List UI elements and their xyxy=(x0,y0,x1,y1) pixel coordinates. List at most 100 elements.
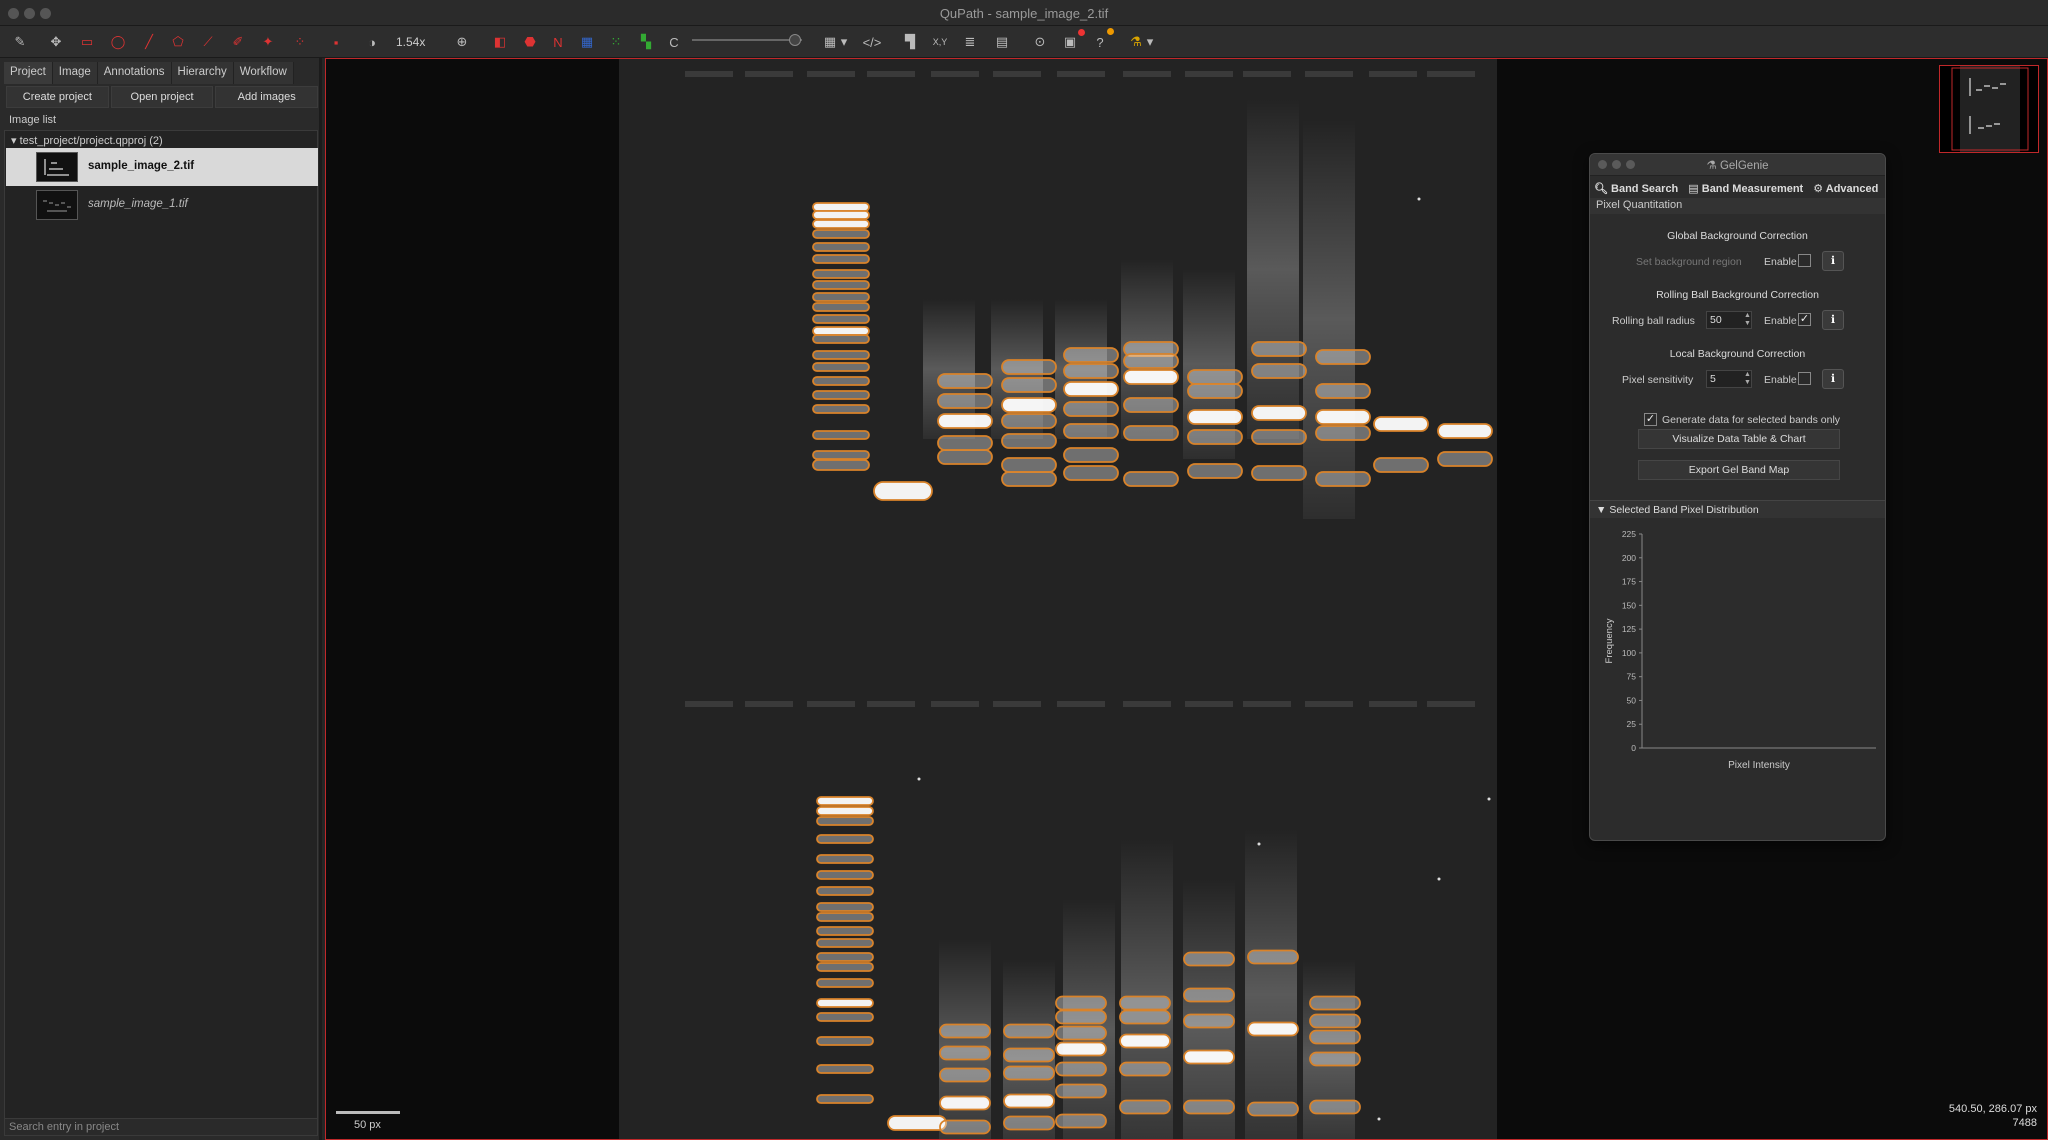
zoom-to-fit-icon[interactable]: ⊕ xyxy=(450,31,474,53)
tab-annotations[interactable]: Annotations xyxy=(97,62,172,84)
measure-tool-icon[interactable]: ✎ xyxy=(8,31,32,53)
gel-band xyxy=(1309,1013,1361,1029)
ladder-band xyxy=(816,834,874,844)
rectangle-tool-icon[interactable]: ▭ xyxy=(75,31,99,53)
gel-band xyxy=(1063,381,1119,397)
global-enable-checkbox[interactable] xyxy=(1798,254,1811,267)
gel-speck xyxy=(1257,842,1261,846)
global-enable-label: Enable xyxy=(1764,256,1797,268)
gel-band xyxy=(1055,995,1107,1011)
y-tick-label: 100 xyxy=(1622,648,1636,658)
spinner-arrows-icon[interactable]: ▲ ▼ xyxy=(1744,312,1751,328)
gel-well xyxy=(1305,71,1353,77)
notification-dot xyxy=(1078,29,1085,36)
gel-band xyxy=(939,1023,991,1039)
spinner-arrows-icon[interactable]: ▲ ▼ xyxy=(1744,371,1751,387)
tab-band-search[interactable]: 🔍︎ Band Search xyxy=(1594,182,1678,195)
ladder-band xyxy=(812,404,870,414)
distribution-header[interactable]: ▼ Selected Band Pixel Distribution xyxy=(1590,500,1885,518)
info-icon[interactable]: ℹ xyxy=(1822,369,1844,389)
gel-band xyxy=(1063,423,1119,439)
create-project-button[interactable]: Create project xyxy=(6,86,109,108)
extension-dropdown-icon[interactable]: ▾ xyxy=(1144,31,1156,53)
tab-advanced[interactable]: ⚙ Advanced xyxy=(1813,182,1878,195)
ladder-band xyxy=(816,978,874,988)
brush-tool-icon[interactable]: ✐ xyxy=(226,31,250,53)
gel-well xyxy=(1243,71,1291,77)
ladder-band xyxy=(816,886,874,896)
gel-band xyxy=(1003,1115,1055,1131)
polygon-tool-icon[interactable]: ⬠ xyxy=(166,31,190,53)
fill-annotations-icon[interactable]: ⬣ xyxy=(518,31,542,53)
xy-button[interactable]: X,Y xyxy=(928,31,952,53)
rolling-enable-checkbox[interactable]: ✓ xyxy=(1798,313,1811,326)
project-tree-node[interactable]: ▾ test_project/project.qpproj (2) xyxy=(11,134,163,147)
gel-speck xyxy=(917,777,921,781)
selected-bands-only-checkbox[interactable]: ✓ xyxy=(1644,413,1657,426)
fill-detections-icon[interactable]: ▚ xyxy=(634,31,658,53)
ellipse-tool-icon[interactable]: ◯ xyxy=(106,31,130,53)
show-detections-icon[interactable]: ⁙ xyxy=(604,31,628,53)
show-tma-grid-icon[interactable]: ▦ xyxy=(575,31,599,53)
chevron-down-icon[interactable]: ▾ xyxy=(838,31,850,53)
tab-image[interactable]: Image xyxy=(52,62,98,84)
ladder-band xyxy=(812,219,870,229)
gel-band xyxy=(1001,359,1057,375)
log-icon[interactable]: ≣ xyxy=(958,31,982,53)
search-input[interactable]: Search entry in project xyxy=(4,1118,318,1136)
opacity-slider-track[interactable] xyxy=(692,39,802,41)
gel-well xyxy=(1369,71,1417,77)
measurement-map-icon[interactable]: ▜ xyxy=(898,31,922,53)
channel-c-button[interactable]: C xyxy=(662,31,686,53)
export-gel-band-map-button[interactable]: Export Gel Band Map xyxy=(1638,460,1840,480)
distribution-header-label: Selected Band Pixel Distribution xyxy=(1609,504,1759,516)
line-tool-icon[interactable]: ╱ xyxy=(137,31,161,53)
visualize-data-button[interactable]: Visualize Data Table & Chart xyxy=(1638,429,1840,449)
gel-band xyxy=(1001,377,1057,393)
left-panel-tabs: Project Image Annotations Hierarchy Work… xyxy=(4,62,294,84)
opacity-slider-thumb[interactable] xyxy=(789,34,801,46)
list-item[interactable]: sample_image_1.tif xyxy=(6,186,318,224)
gel-band xyxy=(1437,451,1493,467)
gel-band xyxy=(1123,369,1179,385)
tab-band-measurement[interactable]: ▤ Band Measurement xyxy=(1688,182,1803,195)
open-project-button[interactable]: Open project xyxy=(110,86,214,108)
brightness-contrast-icon[interactable]: ◑ xyxy=(360,31,384,53)
ladder-band xyxy=(812,390,870,400)
gel-band xyxy=(1315,349,1371,365)
show-annotations-icon[interactable]: ◧ xyxy=(488,31,512,53)
ladder-band xyxy=(812,302,870,312)
local-enable-checkbox[interactable] xyxy=(1798,372,1811,385)
gel-band xyxy=(939,1119,991,1135)
tab-hierarchy[interactable]: Hierarchy xyxy=(171,62,234,84)
gel-band-overlay[interactable] xyxy=(619,59,1497,1140)
project-node-label: test_project/project.qpproj (2) xyxy=(19,135,163,147)
ladder-band xyxy=(812,269,870,279)
add-images-button[interactable]: Add images xyxy=(215,86,319,108)
tab-workflow[interactable]: Workflow xyxy=(233,62,294,84)
view-tracker-icon[interactable]: ⊙ xyxy=(1028,31,1052,53)
gel-band xyxy=(1063,347,1119,363)
gel-image[interactable] xyxy=(619,59,1497,1140)
show-names-icon[interactable]: N xyxy=(546,31,570,53)
local-bg-row: Pixel sensitivity 5 ▲ ▼ Enable ℹ xyxy=(1590,369,1885,391)
gel-band xyxy=(1119,1061,1171,1077)
script-editor-icon[interactable]: </> xyxy=(860,31,884,53)
set-background-region-button[interactable]: Set background region xyxy=(1636,256,1742,268)
info-icon[interactable]: ℹ xyxy=(1822,310,1844,330)
info-icon[interactable]: ℹ xyxy=(1822,251,1844,271)
polyline-tool-icon[interactable]: ⟋ xyxy=(196,31,220,53)
overview-minimap[interactable] xyxy=(1939,65,2039,153)
gel-band xyxy=(1063,401,1119,417)
points-tool-icon[interactable]: ⁘ xyxy=(288,31,312,53)
image-list[interactable]: ▾ test_project/project.qpproj (2) sample… xyxy=(4,130,318,1120)
gel-band xyxy=(937,449,993,465)
table-icon[interactable]: ▤ xyxy=(990,31,1014,53)
list-item[interactable]: sample_image_2.tif xyxy=(6,148,318,186)
gel-band xyxy=(1309,1029,1361,1045)
move-tool-icon[interactable]: ✥ xyxy=(44,31,68,53)
tab-project[interactable]: Project xyxy=(4,62,53,84)
gel-smear xyxy=(1121,839,1173,1139)
wand-tool-icon[interactable]: ✦ xyxy=(256,31,280,53)
selection-mode-icon[interactable]: ▪ xyxy=(324,31,348,53)
